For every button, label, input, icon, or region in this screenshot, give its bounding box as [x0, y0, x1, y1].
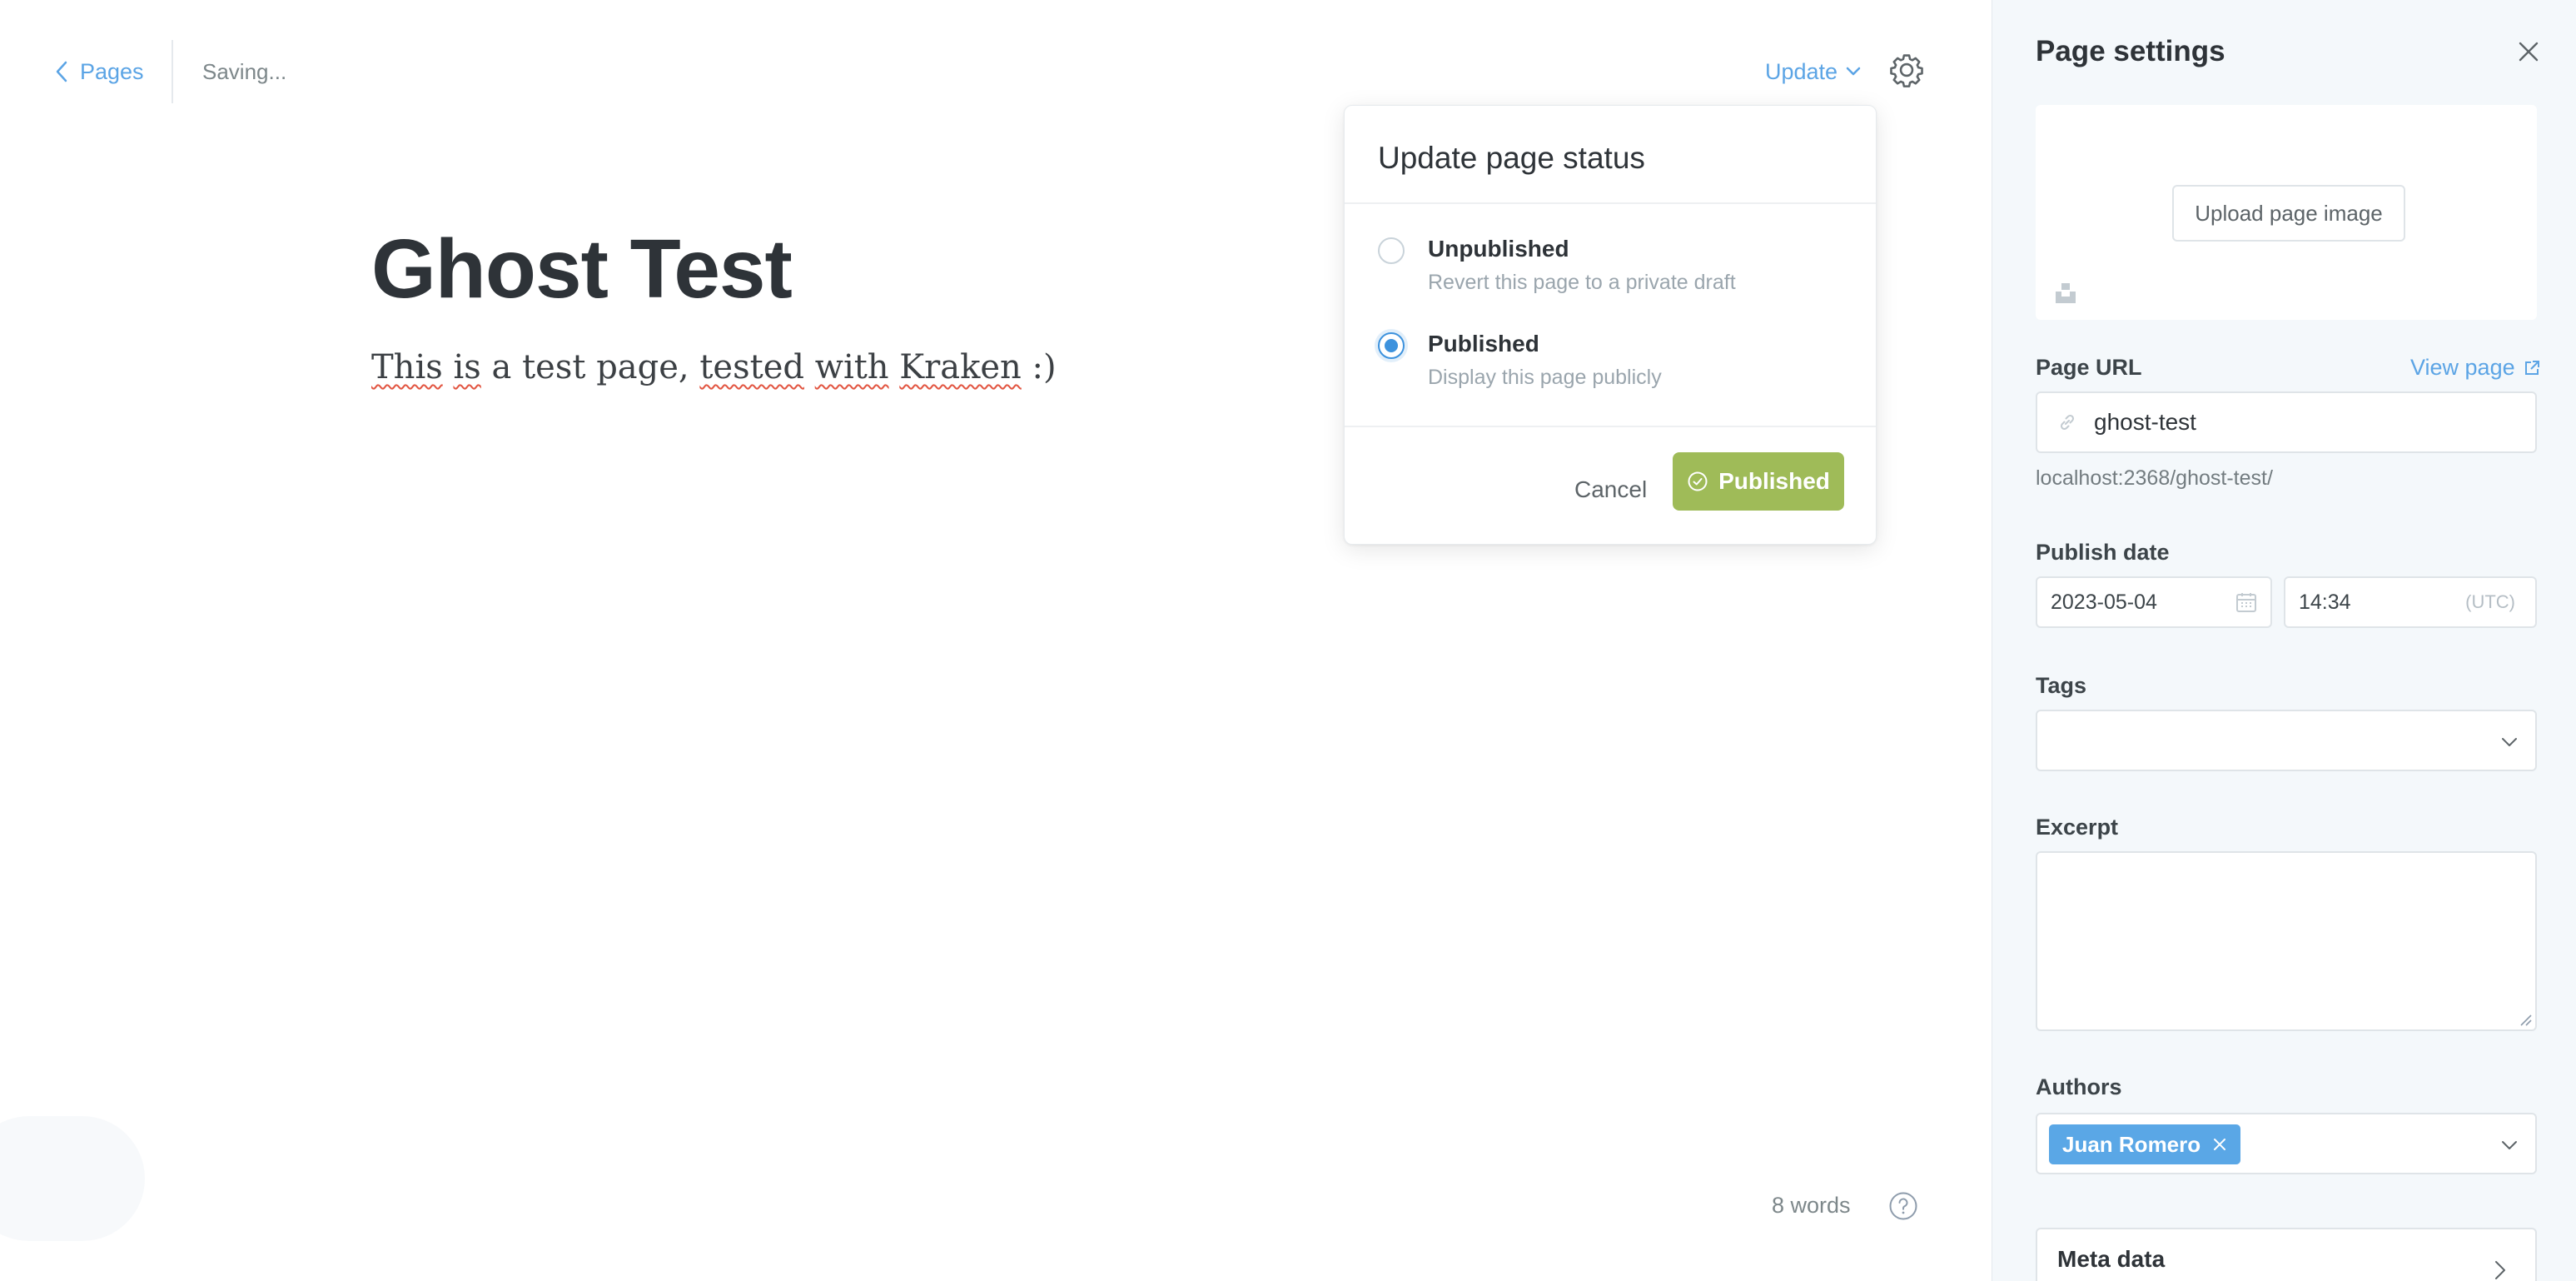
- link-icon: [2057, 412, 2077, 432]
- body-word: This: [371, 348, 443, 386]
- author-name: Juan Romero: [2062, 1131, 2201, 1157]
- check-circle-icon: [1687, 471, 1708, 492]
- body-word: test: [522, 348, 586, 386]
- published-radio[interactable]: [1378, 332, 1405, 359]
- save-status: Saving...: [202, 59, 287, 84]
- author-chip[interactable]: Juan Romero: [2049, 1124, 2241, 1164]
- back-link-label: Pages: [80, 58, 144, 84]
- page-url-value: ghost-test: [2094, 409, 2196, 435]
- timezone-label: (UTC): [2465, 591, 2515, 612]
- panel-title: Page settings: [2036, 35, 2225, 67]
- body-word: is: [453, 348, 481, 386]
- update-status-popover: Update page status Unpublished Revert th…: [1344, 105, 1877, 545]
- option-published[interactable]: Published Display this page publicly: [1378, 331, 1844, 412]
- page-settings-panel: Page settings Upload page image Page URL…: [1992, 0, 2576, 1281]
- page-body-text[interactable]: This is a test page, tested with Kraken …: [371, 348, 1057, 386]
- back-to-pages-link[interactable]: Pages: [55, 55, 144, 88]
- cancel-button[interactable]: Cancel: [1574, 467, 1647, 512]
- update-label: Update: [1765, 58, 1838, 84]
- url-preview: localhost:2368/ghost-test/: [2036, 466, 2273, 490]
- body-word: tested: [699, 348, 804, 386]
- body-word: a: [491, 348, 512, 386]
- page-url-input[interactable]: ghost-test: [2036, 391, 2537, 453]
- meta-data-label: Meta data: [2057, 1246, 2166, 1272]
- meta-data-section[interactable]: Meta data: [2036, 1228, 2537, 1281]
- external-link-icon: [2524, 360, 2540, 376]
- option-label: Unpublished: [1428, 236, 1569, 262]
- chevron-down-icon: [1846, 67, 1861, 77]
- resize-handle-icon[interactable]: [2519, 1013, 2532, 1026]
- tags-label: Tags: [2036, 673, 2087, 698]
- popover-title: Update page status: [1378, 141, 1645, 175]
- calendar-icon[interactable]: [2235, 591, 2257, 613]
- page-url-label: Page URL: [2036, 355, 2142, 380]
- update-button[interactable]: Update: [1765, 55, 1861, 88]
- chevron-left-icon: [55, 60, 68, 83]
- publish-date-input[interactable]: 2023-05-04: [2036, 576, 2272, 628]
- word-count: 8 words: [1772, 1193, 1851, 1218]
- popover-divider: [1345, 426, 1876, 427]
- date-value: 2023-05-04: [2051, 590, 2157, 614]
- gear-icon[interactable]: [1888, 52, 1925, 88]
- publish-time-input[interactable]: 14:34 (UTC): [2284, 576, 2537, 628]
- published-button-label: Published: [1718, 468, 1830, 494]
- unpublished-radio[interactable]: [1378, 237, 1405, 264]
- unsplash-icon[interactable]: [2054, 282, 2077, 305]
- tags-select[interactable]: [2036, 710, 2537, 771]
- header-divider: [172, 40, 173, 103]
- help-icon[interactable]: [1888, 1191, 1918, 1221]
- option-description: Revert this page to a private draft: [1428, 271, 1736, 294]
- background-shape: [0, 1116, 145, 1241]
- publish-date-label: Publish date: [2036, 540, 2170, 565]
- option-description: Display this page publicly: [1428, 366, 1662, 389]
- close-icon[interactable]: [2212, 1137, 2227, 1152]
- time-value: 14:34: [2299, 590, 2351, 614]
- view-page-link[interactable]: View page: [2410, 355, 2540, 381]
- authors-label: Authors: [2036, 1074, 2122, 1099]
- body-word: page,: [596, 348, 689, 386]
- body-word: :): [1032, 348, 1057, 386]
- published-button[interactable]: Published: [1673, 452, 1844, 511]
- popover-divider: [1345, 202, 1876, 204]
- chevron-down-icon: [2500, 733, 2519, 751]
- page-image-dropzone: Upload page image: [2036, 105, 2537, 320]
- body-word: Kraken: [899, 348, 1022, 386]
- chevron-down-icon: [2500, 1136, 2519, 1154]
- excerpt-textarea[interactable]: [2036, 851, 2537, 1031]
- body-word: with: [814, 348, 889, 386]
- authors-select[interactable]: Juan Romero: [2036, 1113, 2537, 1174]
- close-icon[interactable]: [2514, 37, 2544, 67]
- option-unpublished[interactable]: Unpublished Revert this page to a privat…: [1378, 236, 1844, 317]
- upload-image-button[interactable]: Upload page image: [2172, 185, 2405, 242]
- chevron-right-icon: [2492, 1259, 2509, 1281]
- option-label: Published: [1428, 331, 1539, 356]
- view-page-label: View page: [2410, 355, 2515, 380]
- excerpt-label: Excerpt: [2036, 815, 2119, 840]
- page-title[interactable]: Ghost Test: [371, 222, 793, 317]
